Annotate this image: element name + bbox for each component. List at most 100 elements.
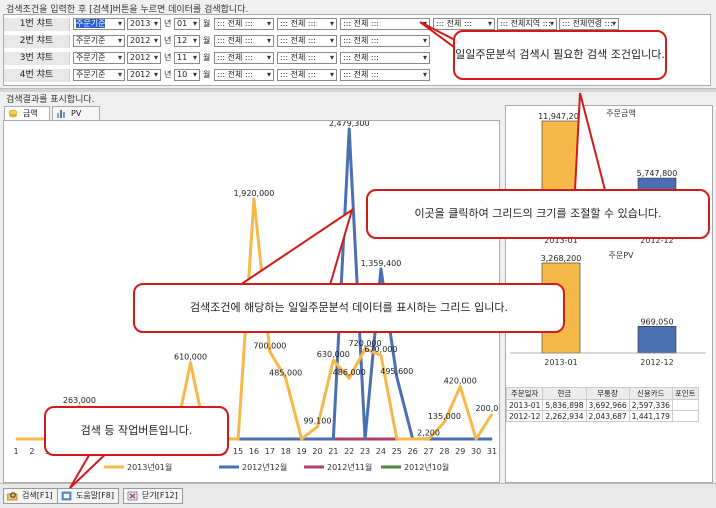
filter3-select[interactable]: ::: 전체 ::: <box>340 18 430 30</box>
close-button-label: 닫기[F12] <box>142 491 178 500</box>
search-button[interactable]: 검색[F1] <box>3 488 58 504</box>
filter2-select[interactable]: ::: 전체 ::: <box>277 52 337 64</box>
filter3-select[interactable]: ::: 전체 ::: <box>340 69 430 81</box>
help-icon <box>61 491 72 501</box>
legend-label: 2013년01월 <box>127 462 172 472</box>
year-select[interactable]: 2013 <box>127 18 161 30</box>
data-point <box>491 438 493 440</box>
month-unit: 월 <box>203 53 211 62</box>
year-select[interactable]: 2012 <box>127 35 161 47</box>
grid-cell: 2,597,336 <box>628 399 673 411</box>
data-point <box>491 413 493 415</box>
month-select[interactable]: 10 <box>174 69 200 81</box>
data-label: 486,000 <box>333 368 366 377</box>
grid-header-cell[interactable]: 현금 <box>542 387 587 400</box>
filter3-select[interactable]: ::: 전체 ::: <box>340 35 430 47</box>
month-select[interactable]: 01 <box>174 18 200 30</box>
month-unit: 월 <box>203 70 211 79</box>
filter2-select[interactable]: ::: 전체 ::: <box>277 18 337 30</box>
basis-select[interactable]: 주문기준 <box>73 35 125 47</box>
x-tick-label: 23 <box>360 447 370 456</box>
year-select[interactable]: 2012 <box>127 69 161 81</box>
basis-select[interactable]: 주문기준 <box>73 52 125 64</box>
data-point <box>316 438 318 440</box>
data-label: 630,000 <box>317 350 350 359</box>
x-tick-label: 18 <box>281 447 291 456</box>
month-unit: 월 <box>203 19 211 28</box>
grid-header-cell[interactable]: 포인트 <box>671 387 699 400</box>
data-label: 420,000 <box>444 376 477 385</box>
bar-chart-title: 주문금액 <box>606 108 635 118</box>
data-point <box>459 385 461 387</box>
panel-splitter[interactable] <box>0 88 716 92</box>
bar-value-label: 969,050 <box>640 317 673 326</box>
data-point <box>412 438 414 440</box>
grid-header-cell[interactable]: 신용카드 <box>628 387 673 400</box>
condition-row-label: 2번 챠트 <box>4 35 70 48</box>
tab-pv[interactable]: PV <box>52 106 100 120</box>
filter1-select[interactable]: ::: 전체 ::: <box>214 35 274 47</box>
basis-select[interactable]: 주문기준 <box>73 69 125 81</box>
region-select[interactable]: ::: 전체지역 ::: <box>497 18 557 30</box>
x-tick-label: 21 <box>328 447 338 456</box>
payment-grid[interactable]: 주문일자 현금 무통장 신용카드 포인트 2013-01 5,836,898 3,692,96… <box>505 387 699 422</box>
x-tick-label: 16 <box>249 447 259 456</box>
data-point <box>348 438 350 440</box>
tab-amount-label: 금액 <box>23 109 38 118</box>
month-select[interactable]: 11 <box>174 52 200 64</box>
x-tick-label: 15 <box>233 447 243 456</box>
filter1-select[interactable]: ::: 전체 ::: <box>214 69 274 81</box>
help-button-label: 도움말[F8] <box>76 491 115 500</box>
legend-label: 2012년11월 <box>327 462 372 472</box>
help-button[interactable]: 도움말[F8] <box>57 488 120 504</box>
legend-label: 2012년12월 <box>242 462 287 472</box>
coins-icon <box>8 109 18 118</box>
year-select[interactable]: 2012 <box>127 52 161 64</box>
data-label: 495,600 <box>380 367 413 376</box>
data-point <box>332 359 334 361</box>
grid-header-cell[interactable]: 무통장 <box>585 387 630 400</box>
bar <box>637 326 677 354</box>
filter1-select[interactable]: ::: 전체 ::: <box>214 52 274 64</box>
filter3-select[interactable]: ::: 전체 ::: <box>340 52 430 64</box>
basis-select[interactable]: 주문기준 <box>73 18 125 30</box>
year-unit: 년 <box>164 70 172 79</box>
month-unit: 월 <box>203 36 211 45</box>
close-button[interactable]: 닫기[F12] <box>123 488 183 504</box>
x-tick-label: 20 <box>312 447 322 456</box>
x-tick-label: 30 <box>471 447 481 456</box>
search-button-label: 검색[F1] <box>22 491 53 500</box>
bar-category-label: 2012-12 <box>640 358 673 367</box>
x-tick-label: 1 <box>13 447 18 456</box>
table-row[interactable]: 2013-01 5,836,898 3,692,966 2,597,336 <box>505 399 699 411</box>
close-icon <box>127 491 138 501</box>
bar-value-label: 11,947,200 <box>538 112 584 121</box>
age-select[interactable]: ::: 전체연령 ::: <box>559 18 619 30</box>
data-label: 135,000 <box>428 412 461 421</box>
year-unit: 년 <box>164 19 172 28</box>
tab-pv-label: PV <box>71 109 82 118</box>
grid-callout: 검색조건에 해당하는 일일주문분석 데이터를 표시하는 그리드 입니다. <box>133 283 565 333</box>
filter4-select[interactable]: ::: 전체 ::: <box>433 18 495 30</box>
table-row[interactable]: 2012-12 2,262,934 2,043,687 1,441,179 <box>505 410 699 422</box>
condition-row-label: 1번 챠트 <box>4 18 70 31</box>
data-point <box>443 421 445 423</box>
data-point <box>364 438 366 440</box>
filter1-select[interactable]: ::: 전체 ::: <box>214 18 274 30</box>
grid-cell: 2012-12 <box>505 410 544 422</box>
data-point <box>316 426 318 428</box>
filter2-select[interactable]: ::: 전체 ::: <box>277 69 337 81</box>
data-label: 2,479,300 <box>329 121 370 128</box>
data-point <box>475 438 477 440</box>
grid-header-cell[interactable]: 주문일자 <box>505 387 544 400</box>
data-label: 2,200 <box>417 429 440 438</box>
data-label: 670,000 <box>364 345 397 354</box>
condition-callout: 일일주문분석 검색시 필요한 검색 조건입니다. <box>453 30 667 80</box>
legend-label: 2012년10월 <box>404 462 449 472</box>
grid-cell: 2,262,934 <box>542 410 587 422</box>
filter2-select[interactable]: ::: 전체 ::: <box>277 35 337 47</box>
data-point <box>301 438 303 440</box>
data-point <box>396 438 398 440</box>
month-select[interactable]: 12 <box>174 35 200 47</box>
tab-amount[interactable]: 금액 <box>4 106 50 120</box>
